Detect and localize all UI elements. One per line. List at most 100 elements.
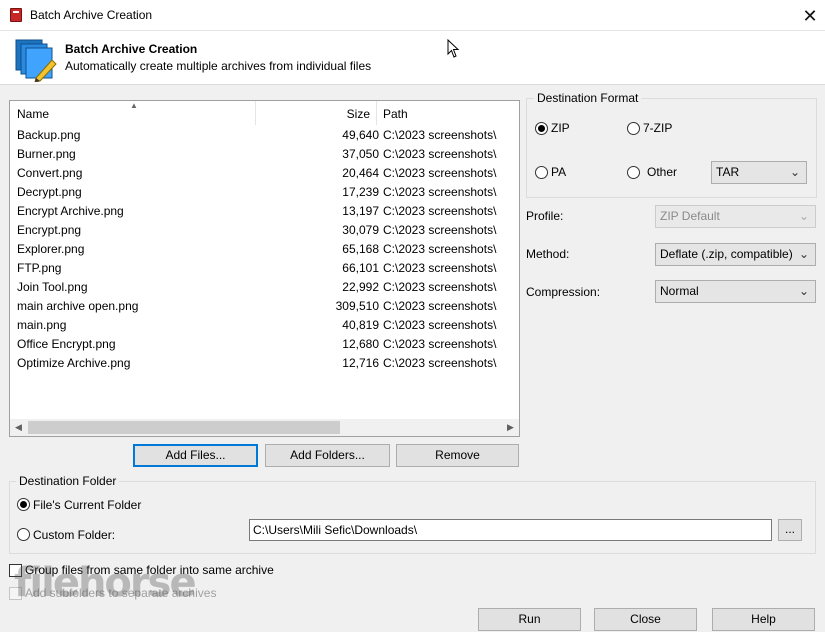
header-banner [0,31,825,85]
table-row[interactable]: Decrypt.png 17,239 C:\2023 screenshots\ [10,183,519,202]
table-row[interactable]: Optimize Archive.png 12,716 C:\2023 screen… [10,354,519,373]
other-format-select[interactable]: TAR ⌄ [711,161,807,184]
file-name-cell: Encrypt Archive.png [17,204,124,218]
table-row[interactable]: main.png 40,819 C:\2023 screenshots\ [10,316,519,335]
table-row[interactable]: FTP.png 66,101 C:\2023 screenshots\ [10,259,519,278]
add-folders-button[interactable]: Add Folders... [265,444,390,467]
add-files-button[interactable]: Add Files... [133,444,258,467]
banner-title: Batch Archive Creation [65,42,198,56]
banner-subtitle: Automatically create multiple archives f… [65,59,372,73]
radio-7zip-label[interactable]: 7-ZIP [643,121,672,135]
radio-zip[interactable] [535,122,548,135]
method-label: Method: [526,247,570,261]
radio-current-folder-label[interactable]: File's Current Folder [33,498,141,512]
table-row[interactable]: Explorer.png 65,168 C:\2023 screenshots\ [10,240,519,259]
profile-label: Profile: [526,209,564,223]
chevron-down-icon: ⌄ [789,165,800,179]
method-select[interactable]: Deflate (.zip, compatible) ⌄ [655,243,816,266]
file-path-cell: C:\2023 screenshots\ [383,242,497,256]
compression-label: Compression: [526,285,601,299]
table-row[interactable]: Burner.png 37,050 C:\2023 screenshots\ [10,145,519,164]
run-button[interactable]: Run [478,608,581,631]
file-size-cell: 49,640 [342,128,379,142]
column-divider[interactable] [376,101,377,125]
method-value: Deflate (.zip, compatible) [660,247,793,261]
radio-custom-folder-label[interactable]: Custom Folder: [33,528,115,542]
column-header-path[interactable]: Path [383,106,408,126]
file-size-cell: 22,992 [342,280,379,294]
file-path-cell: C:\2023 screenshots\ [383,280,497,294]
table-row[interactable]: Join Tool.png 22,992 C:\2023 screenshots\ [10,278,519,297]
compression-value: Normal [660,284,699,298]
chevron-down-icon: ⌄ [798,247,809,261]
radio-other[interactable] [627,166,640,179]
file-size-cell: 17,239 [342,185,379,199]
compression-select[interactable]: Normal ⌄ [655,280,816,303]
scroll-left-icon[interactable]: ◀ [10,419,27,436]
close-window-button[interactable]: ✕ [796,3,824,29]
column-divider[interactable] [255,101,256,125]
file-name-cell: main.png [17,318,67,332]
table-row[interactable]: main archive open.png 309,510 C:\2023 scre… [10,297,519,316]
file-name-cell: Decrypt.png [17,185,82,199]
watermark: filehorse [14,560,197,606]
file-path-cell: C:\2023 screenshots\ [383,128,497,142]
column-header-size[interactable]: Size [260,106,370,126]
radio-current-folder[interactable] [17,498,30,511]
file-size-cell: 40,819 [342,318,379,332]
file-list[interactable]: ▲ Name Size Path Backup.png 49,640 C:\2023… [9,100,520,437]
column-header-name[interactable]: Name [17,106,49,126]
file-size-cell: 37,050 [342,147,379,161]
app-icon [10,8,22,22]
table-row[interactable]: Convert.png 20,464 C:\2023 screenshots\ [10,164,519,183]
file-size-cell: 66,101 [342,261,379,275]
scrollbar-thumb[interactable] [28,421,340,434]
scroll-right-icon[interactable]: ▶ [502,419,519,436]
radio-other-label[interactable]: Other [647,165,677,179]
table-row[interactable]: Encrypt Archive.png 13,197 C:\2023 screens… [10,202,519,221]
destination-format-label: Destination Format [534,91,642,105]
file-size-cell: 13,197 [342,204,379,218]
file-path-cell: C:\2023 screenshots\ [383,318,497,332]
file-path-cell: C:\2023 screenshots\ [383,261,497,275]
file-size-cell: 20,464 [342,166,379,180]
file-path-cell: C:\2023 screenshots\ [383,299,497,313]
window-title: Batch Archive Creation [30,8,153,22]
radio-pa-label[interactable]: PA [551,165,566,179]
browse-button[interactable]: ... [778,519,802,541]
radio-pa[interactable] [535,166,548,179]
file-path-cell: C:\2023 screenshots\ [383,337,497,351]
table-row[interactable]: Backup.png 49,640 C:\2023 screenshots\ [10,126,519,145]
help-button[interactable]: Help [712,608,815,631]
mouse-cursor-icon [447,39,460,58]
sort-ascending-icon: ▲ [130,101,138,110]
profile-value: ZIP Default [660,209,720,223]
file-name-cell: Office Encrypt.png [17,337,116,351]
file-name-cell: Encrypt.png [17,223,82,237]
custom-folder-input[interactable]: C:\Users\Mili Sefic\Downloads\ [249,519,772,541]
profile-select: ZIP Default ⌄ [655,205,816,228]
batch-archive-icon [15,39,57,82]
close-button[interactable]: Close [594,608,697,631]
file-path-cell: C:\2023 screenshots\ [383,185,497,199]
chevron-down-icon: ⌄ [798,284,809,298]
destination-folder-group [9,481,816,554]
file-path-cell: C:\2023 screenshots\ [383,166,497,180]
radio-7zip[interactable] [627,122,640,135]
file-name-cell: Join Tool.png [17,280,88,294]
file-name-cell: Explorer.png [17,242,85,256]
horizontal-scrollbar[interactable]: ◀ ▶ [10,419,519,436]
table-row[interactable]: Office Encrypt.png 12,680 C:\2023 screensh… [10,335,519,354]
radio-custom-folder[interactable] [17,528,30,541]
other-format-value: TAR [716,165,740,179]
chevron-down-icon: ⌄ [798,209,809,223]
file-name-cell: Optimize Archive.png [17,356,131,370]
radio-zip-label[interactable]: ZIP [551,121,570,135]
file-name-cell: main archive open.png [17,299,139,313]
file-name-cell: Burner.png [17,147,76,161]
file-size-cell: 12,716 [342,356,379,370]
remove-button[interactable]: Remove [396,444,519,467]
file-path-cell: C:\2023 screenshots\ [383,356,497,370]
table-row[interactable]: Encrypt.png 30,079 C:\2023 screenshots\ [10,221,519,240]
file-size-cell: 65,168 [342,242,379,256]
